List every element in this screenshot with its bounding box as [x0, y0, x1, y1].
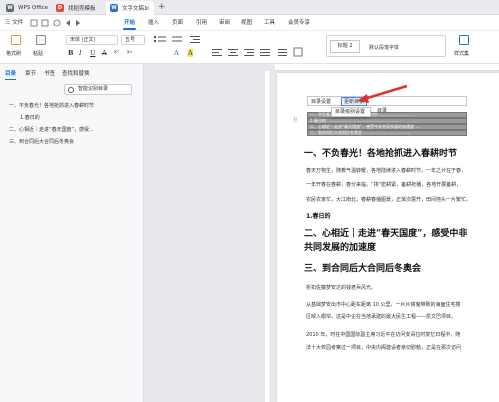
- heading-2-cont[interactable]: 共同发展的加速度: [304, 240, 376, 253]
- subheading[interactable]: 1.春日的: [306, 211, 330, 220]
- heading-3[interactable]: 三、到合同后大合同后冬奥会: [304, 261, 421, 274]
- paragraph-line[interactable]: 折扣佐藤梦安达的钱老兵风光。: [306, 284, 376, 291]
- paragraph-line[interactable]: 2010 年，时任中国国际副主席习近平在访问安哥拉时复忆日程中，随: [306, 331, 460, 338]
- heading-2[interactable]: 二、心相近｜走进“春天国度”，感受中非: [304, 226, 467, 239]
- heading-1[interactable]: 一、不负春光！各地抢抓进入春耕时节: [304, 146, 457, 159]
- paragraph-line[interactable]: 法十大校园考察过一项目，中央内阁建设者亲切慰勉，正是在那次访问: [306, 344, 461, 351]
- paragraph-line[interactable]: 农民农家忙，大江南北，春耕春播图景，正渐次展开，田间地头一片繁忙。: [306, 196, 471, 203]
- paragraph-line[interactable]: 春天万物生，随着气温转暖，各地陆续进入春耕时节，一年之计在于春，: [306, 167, 466, 174]
- paragraph-line[interactable]: 区映入眼帘，这是中企在当地承建的最大民生工程——凯文巴项目。: [306, 313, 456, 320]
- paragraph-line[interactable]: 从基础梦安出市中心距车距离 10 公里，一片片锦鬼带致的海面住宅楼: [306, 301, 461, 308]
- paragraph-line[interactable]: 一年开春在春耕，春分来临，“排”密耕紧，备耕抢播，各地开展备耕，: [306, 181, 461, 188]
